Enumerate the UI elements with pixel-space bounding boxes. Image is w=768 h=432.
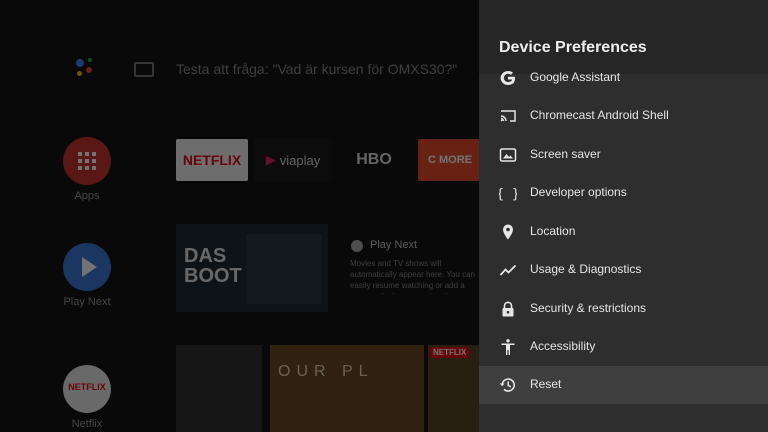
menu-item-usage-diagnostics[interactable]: Usage & Diagnostics <box>479 251 768 289</box>
history-icon <box>499 376 517 394</box>
menu-item-label: Screen saver <box>530 147 601 161</box>
menu-item-location[interactable]: Location <box>479 213 768 251</box>
app-tile-cmore[interactable]: C MORE <box>418 139 488 181</box>
apps-shortcut[interactable]: Apps <box>61 137 113 202</box>
netflix-badge: NETFLIX <box>430 347 470 358</box>
menu-item-chromecast-android-shell[interactable]: Chromecast Android Shell <box>479 97 768 135</box>
apps-label: Apps <box>74 190 100 202</box>
viaplay-label: viaplay <box>279 152 321 168</box>
menu-item-label: Developer options <box>530 185 627 199</box>
menu-item-label: Google Assistant <box>530 70 621 84</box>
menu-item-label: Location <box>530 224 576 238</box>
lock-icon <box>499 300 517 318</box>
menu-item-developer-options[interactable]: { } Developer options <box>479 174 768 212</box>
play-next-title: Play Next <box>370 239 418 251</box>
netflix-logo-icon: NETFLIX <box>63 365 111 413</box>
svg-text:{ }: { } <box>499 187 517 202</box>
google-icon <box>499 69 517 87</box>
app-tile-viaplay[interactable]: ▶ viaplay <box>254 139 332 181</box>
menu-item-label: Reset <box>530 377 562 391</box>
menu-item-google-assistant[interactable]: Google Assistant <box>479 59 768 97</box>
apps-grid-icon <box>63 137 111 185</box>
bottom-tile-our-planet[interactable]: OUR PL <box>270 345 424 432</box>
play-next-description: Movies and TV shows will automatically a… <box>350 259 479 294</box>
trending-icon <box>499 261 517 279</box>
app-tile-netflix[interactable]: NETFLIX <box>176 139 248 181</box>
netflix-label: Netflix <box>71 418 103 430</box>
accessibility-icon <box>499 338 517 356</box>
keyboard-icon[interactable] <box>134 62 154 77</box>
menu-item-security-restrictions[interactable]: Security & restrictions <box>479 290 768 328</box>
panel-title: Device Preferences <box>499 39 647 56</box>
location-pin-icon <box>499 223 517 241</box>
menu-item-label: Security & restrictions <box>530 301 647 315</box>
google-assistant-icon[interactable] <box>74 58 98 82</box>
menu-item-label: Chromecast Android Shell <box>530 108 669 122</box>
play-icon <box>63 243 111 291</box>
cast-icon <box>499 107 517 125</box>
poster-title: DAS BOOT <box>184 245 242 287</box>
menu-item-screen-saver[interactable]: Screen saver <box>479 136 768 174</box>
play-next-shortcut[interactable]: Play Next <box>61 243 113 308</box>
menu-item-label: Accessibility <box>530 339 596 353</box>
menu-item-reset[interactable]: Reset <box>479 366 768 404</box>
play-next-poster[interactable]: DAS BOOT <box>176 224 328 312</box>
app-tile-hbo[interactable]: HBO <box>338 139 410 181</box>
braces-icon: { } <box>496 184 519 202</box>
our-planet-text: OUR PL <box>278 363 374 380</box>
device-preferences-panel: Device Preferences Google Assistant Chro… <box>479 0 768 432</box>
bottom-tile-1[interactable] <box>176 345 262 432</box>
play-next-label: Play Next <box>63 296 111 308</box>
menu-item-accessibility[interactable]: Accessibility <box>479 328 768 366</box>
search-hint[interactable]: Testa att fråga: "Vad är kursen för OMXS… <box>176 61 457 77</box>
screensaver-icon <box>499 146 517 164</box>
viaplay-arrow-icon: ▶ <box>265 152 276 167</box>
netflix-shortcut[interactable]: NETFLIX Netflix <box>61 365 113 430</box>
menu-item-label: Usage & Diagnostics <box>530 262 642 276</box>
play-next-play-icon <box>351 240 363 252</box>
